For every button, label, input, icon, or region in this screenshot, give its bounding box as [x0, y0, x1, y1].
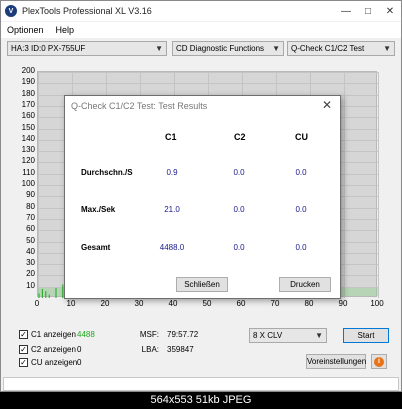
c1-show-toggle[interactable]: ✓ C1 anzeigen: [19, 330, 76, 339]
gridline: [378, 72, 379, 298]
x-tick-label: 20: [100, 299, 110, 308]
y-tick-label: 70: [26, 212, 35, 222]
print-button[interactable]: Drucken: [279, 277, 331, 292]
chevron-down-icon: ▼: [155, 44, 163, 53]
drive-select-value: HA:3 ID:0 PX-755UF: [11, 44, 86, 53]
c2-show-label: C2 anzeigen: [31, 345, 76, 354]
average-c1: 0.9: [166, 168, 178, 177]
c2-show-toggle[interactable]: ✓ C2 anzeigen: [19, 345, 76, 354]
row-label-average: Durchschn./S: [81, 168, 133, 177]
x-tick-label: 10: [66, 299, 76, 308]
column-header-c1: C1: [165, 132, 177, 142]
settings-button[interactable]: Voreinstellungen: [306, 354, 366, 369]
chevron-down-icon: ▼: [315, 331, 323, 340]
c1-count: 4488: [77, 330, 95, 339]
menu-optionen[interactable]: Optionen: [7, 25, 44, 35]
row-label-total: Gesamt: [81, 243, 111, 252]
y-tick-label: 10: [26, 280, 35, 290]
speed-select-value: 8 X CLV: [253, 331, 283, 340]
y-tick-label: 110: [22, 167, 35, 177]
chevron-down-icon: ▼: [272, 44, 280, 53]
maximize-icon[interactable]: □: [357, 1, 379, 21]
msf-value: 79:57.72: [167, 330, 199, 339]
y-tick-label: 130: [21, 145, 35, 155]
msf-label: MSF:: [139, 330, 159, 339]
cu-count: 0: [77, 358, 82, 367]
y-tick-label: 170: [21, 99, 35, 109]
y-tick-label: 50: [26, 235, 35, 245]
y-tick-label: 80: [26, 201, 35, 211]
y-tick-label: 100: [21, 179, 35, 188]
max-c2: 0.0: [233, 205, 245, 214]
x-tick-label: 70: [270, 299, 280, 308]
total-c2: 0.0: [233, 243, 245, 252]
status-bar: [3, 377, 399, 391]
dialog-title: Q-Check C1/C2 Test: Test Results: [71, 101, 208, 111]
title-bar: V PlexTools Professional XL V3.16 — □ ✕: [1, 1, 401, 21]
info-icon: i: [374, 356, 384, 367]
close-icon[interactable]: ✕: [379, 1, 401, 21]
checkbox-cu[interactable]: ✓: [19, 358, 28, 367]
help-button[interactable]: i: [371, 354, 387, 369]
y-tick-label: 120: [21, 156, 35, 166]
lba-value: 359847: [167, 345, 194, 354]
lba-label: LBA:: [141, 345, 159, 354]
app-window: V PlexTools Professional XL V3.16 — □ ✕ …: [0, 0, 402, 392]
function-select-value: CD Diagnostic Functions: [176, 44, 265, 53]
y-tick-label: 30: [26, 258, 35, 268]
x-tick-label: 40: [168, 299, 178, 308]
y-tick-label: 190: [21, 77, 35, 87]
speed-select[interactable]: 8 X CLV ▼: [249, 328, 327, 343]
cu-show-toggle[interactable]: ✓ CU anzeigen: [19, 358, 77, 367]
window-controls: — □ ✕: [335, 1, 401, 21]
y-tick-label: 160: [21, 111, 35, 121]
x-tick-label: 50: [202, 299, 212, 308]
checkbox-c2[interactable]: ✓: [19, 345, 28, 354]
minimize-icon[interactable]: —: [335, 1, 357, 21]
app-logo-icon: V: [5, 5, 17, 17]
y-tick-label: 20: [26, 269, 35, 279]
c2-count: 0: [77, 345, 82, 354]
close-dialog-button[interactable]: Schließen: [176, 277, 228, 292]
total-c1: 4488.0: [159, 243, 185, 252]
start-button[interactable]: Start: [343, 328, 389, 343]
total-cu: 0.0: [295, 243, 307, 252]
y-tick-label: 200: [21, 66, 35, 75]
results-dialog: Q-Check C1/C2 Test: Test Results ✕ C1 C2…: [64, 95, 341, 299]
test-select-value: Q-Check C1/C2 Test: [291, 44, 365, 53]
row-label-max: Max./Sek: [81, 205, 116, 214]
window-title: PlexTools Professional XL V3.16: [22, 6, 152, 16]
dialog-close-icon[interactable]: ✕: [322, 98, 332, 112]
function-select[interactable]: CD Diagnostic Functions ▼: [172, 41, 284, 56]
x-tick-label: 30: [134, 299, 144, 308]
average-cu: 0.0: [295, 168, 307, 177]
max-c1: 21.0: [164, 205, 180, 214]
chevron-down-icon: ▼: [383, 44, 391, 53]
average-c2: 0.0: [233, 168, 245, 177]
y-tick-label: 90: [26, 190, 35, 200]
test-select[interactable]: Q-Check C1/C2 Test ▼: [287, 41, 395, 56]
x-tick-label: 90: [338, 299, 348, 308]
y-tick-label: 140: [21, 133, 35, 143]
x-tick-label: 60: [236, 299, 246, 308]
image-caption: 564x553 51kb JPEG: [0, 392, 402, 409]
menu-help[interactable]: Help: [56, 25, 75, 35]
y-tick-label: 40: [26, 246, 35, 256]
y-tick-label: 150: [21, 122, 35, 132]
y-tick-label: 180: [21, 88, 35, 98]
x-tick-label: 80: [304, 299, 314, 308]
menu-bar: Optionen Help: [1, 22, 401, 38]
checkbox-c1[interactable]: ✓: [19, 330, 28, 339]
y-tick-label: 60: [26, 224, 35, 234]
cu-show-label: CU anzeigen: [31, 358, 78, 367]
max-cu: 0.0: [295, 205, 307, 214]
x-tick-label: 0: [34, 299, 40, 308]
column-header-c2: C2: [234, 132, 246, 142]
x-tick-label: 100: [370, 299, 384, 308]
column-header-cu: CU: [295, 132, 308, 142]
c1-show-label: C1 anzeigen: [31, 330, 76, 339]
drive-select[interactable]: HA:3 ID:0 PX-755UF ▼: [7, 41, 167, 56]
